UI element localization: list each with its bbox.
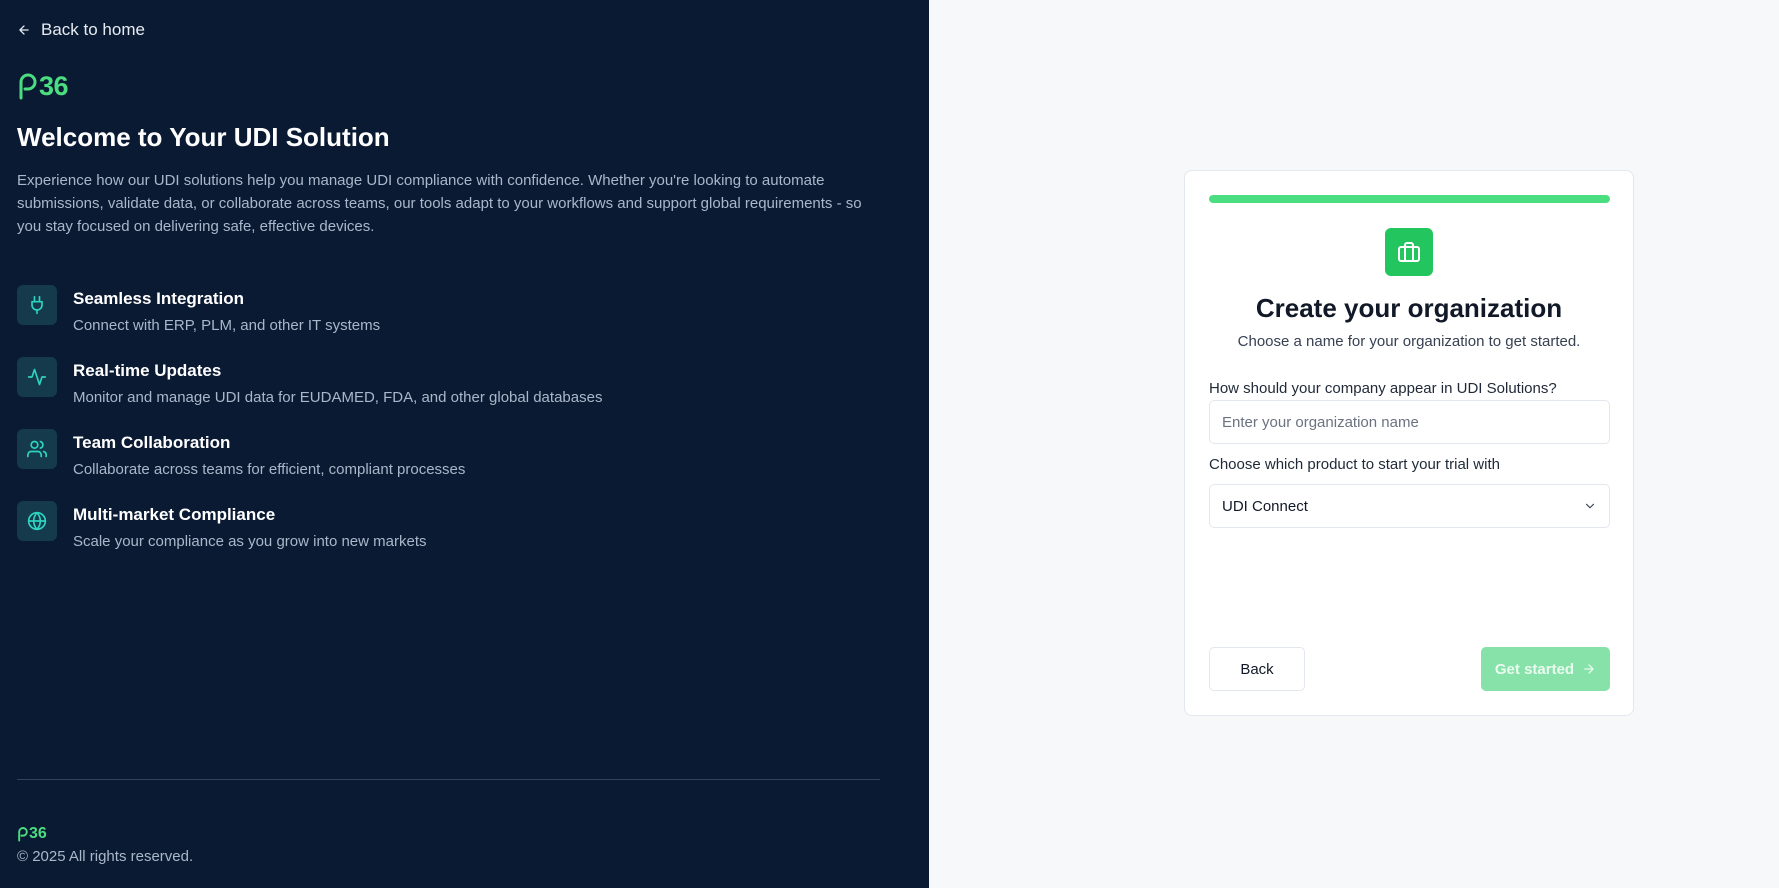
logo-text: 36 [39, 71, 69, 101]
activity-icon [27, 368, 47, 386]
plug-icon [31, 295, 43, 315]
feature-description: Monitor and manage UDI data for EUDAMED,… [73, 389, 603, 406]
feature-list: Seamless Integration Connect with ERP, P… [17, 285, 877, 573]
get-started-button[interactable]: Get started [1481, 647, 1610, 691]
feature-title: Real-time Updates [73, 361, 222, 380]
feature-description: Scale your compliance as you grow into n… [73, 533, 427, 550]
card-title: Create your organization [1255, 293, 1563, 323]
progress-bar [1209, 195, 1610, 203]
right-panel: Create your organization Choose a name f… [929, 0, 1779, 888]
footer-logo: 36 [17, 826, 47, 842]
footer-logo-text: 36 [29, 825, 47, 842]
feature-icon-tile [17, 357, 57, 397]
card-icon-tile [1385, 228, 1433, 276]
briefcase-icon [1398, 242, 1420, 262]
page-title: Welcome to Your UDI Solution [17, 122, 390, 152]
get-started-label: Get started [1494, 660, 1575, 678]
org-name-label: How should your company appear in UDI So… [1209, 380, 1557, 397]
feature-description: Collaborate across teams for efficient, … [73, 461, 466, 478]
feature-icon-tile [17, 285, 57, 325]
footer-divider [17, 779, 880, 780]
copyright-text: © 2025 All rights reserved. [17, 848, 194, 865]
back-button-label: Back [1240, 660, 1274, 678]
feature-item: Team Collaboration Collaborate across te… [17, 429, 877, 501]
feature-icon-tile [17, 501, 57, 541]
left-panel: Back to home 36 Welcome to Your UDI Solu… [0, 0, 929, 888]
feature-item: Real-time Updates Monitor and manage UDI… [17, 357, 877, 429]
progress-bar-fill [1209, 195, 1610, 203]
back-to-home-link[interactable]: Back to home [17, 20, 145, 40]
chevron-down-icon [1585, 503, 1595, 509]
back-button[interactable]: Back [1209, 647, 1305, 691]
feature-item: Multi-market Compliance Scale your compl… [17, 501, 877, 573]
feature-title: Seamless Integration [73, 289, 245, 308]
feature-title: Multi-market Compliance [73, 505, 276, 524]
org-name-input[interactable] [1209, 400, 1610, 444]
arrow-right-icon [1584, 664, 1594, 674]
product-label: Choose which product to start your trial… [1209, 456, 1500, 473]
users-icon [27, 440, 47, 458]
back-to-home-label: Back to home [41, 20, 145, 39]
brand-logo: 36 [17, 71, 69, 101]
product-select-value: UDI Connect [1222, 497, 1308, 515]
feature-item: Seamless Integration Connect with ERP, P… [17, 285, 877, 357]
feature-icon-tile [17, 429, 57, 469]
create-org-card: Create your organization Choose a name f… [1184, 170, 1634, 716]
logo-mark-icon [18, 827, 28, 842]
arrow-left-icon [19, 25, 29, 35]
logo-mark-icon [19, 73, 37, 100]
feature-title: Team Collaboration [73, 433, 231, 452]
intro-text: Experience how our UDI solutions help yo… [17, 172, 862, 235]
feature-description: Connect with ERP, PLM, and other IT syst… [73, 317, 381, 334]
globe-icon [27, 511, 47, 531]
card-subtitle: Choose a name for your organization to g… [1237, 333, 1581, 350]
product-select[interactable]: UDI Connect [1209, 484, 1610, 528]
